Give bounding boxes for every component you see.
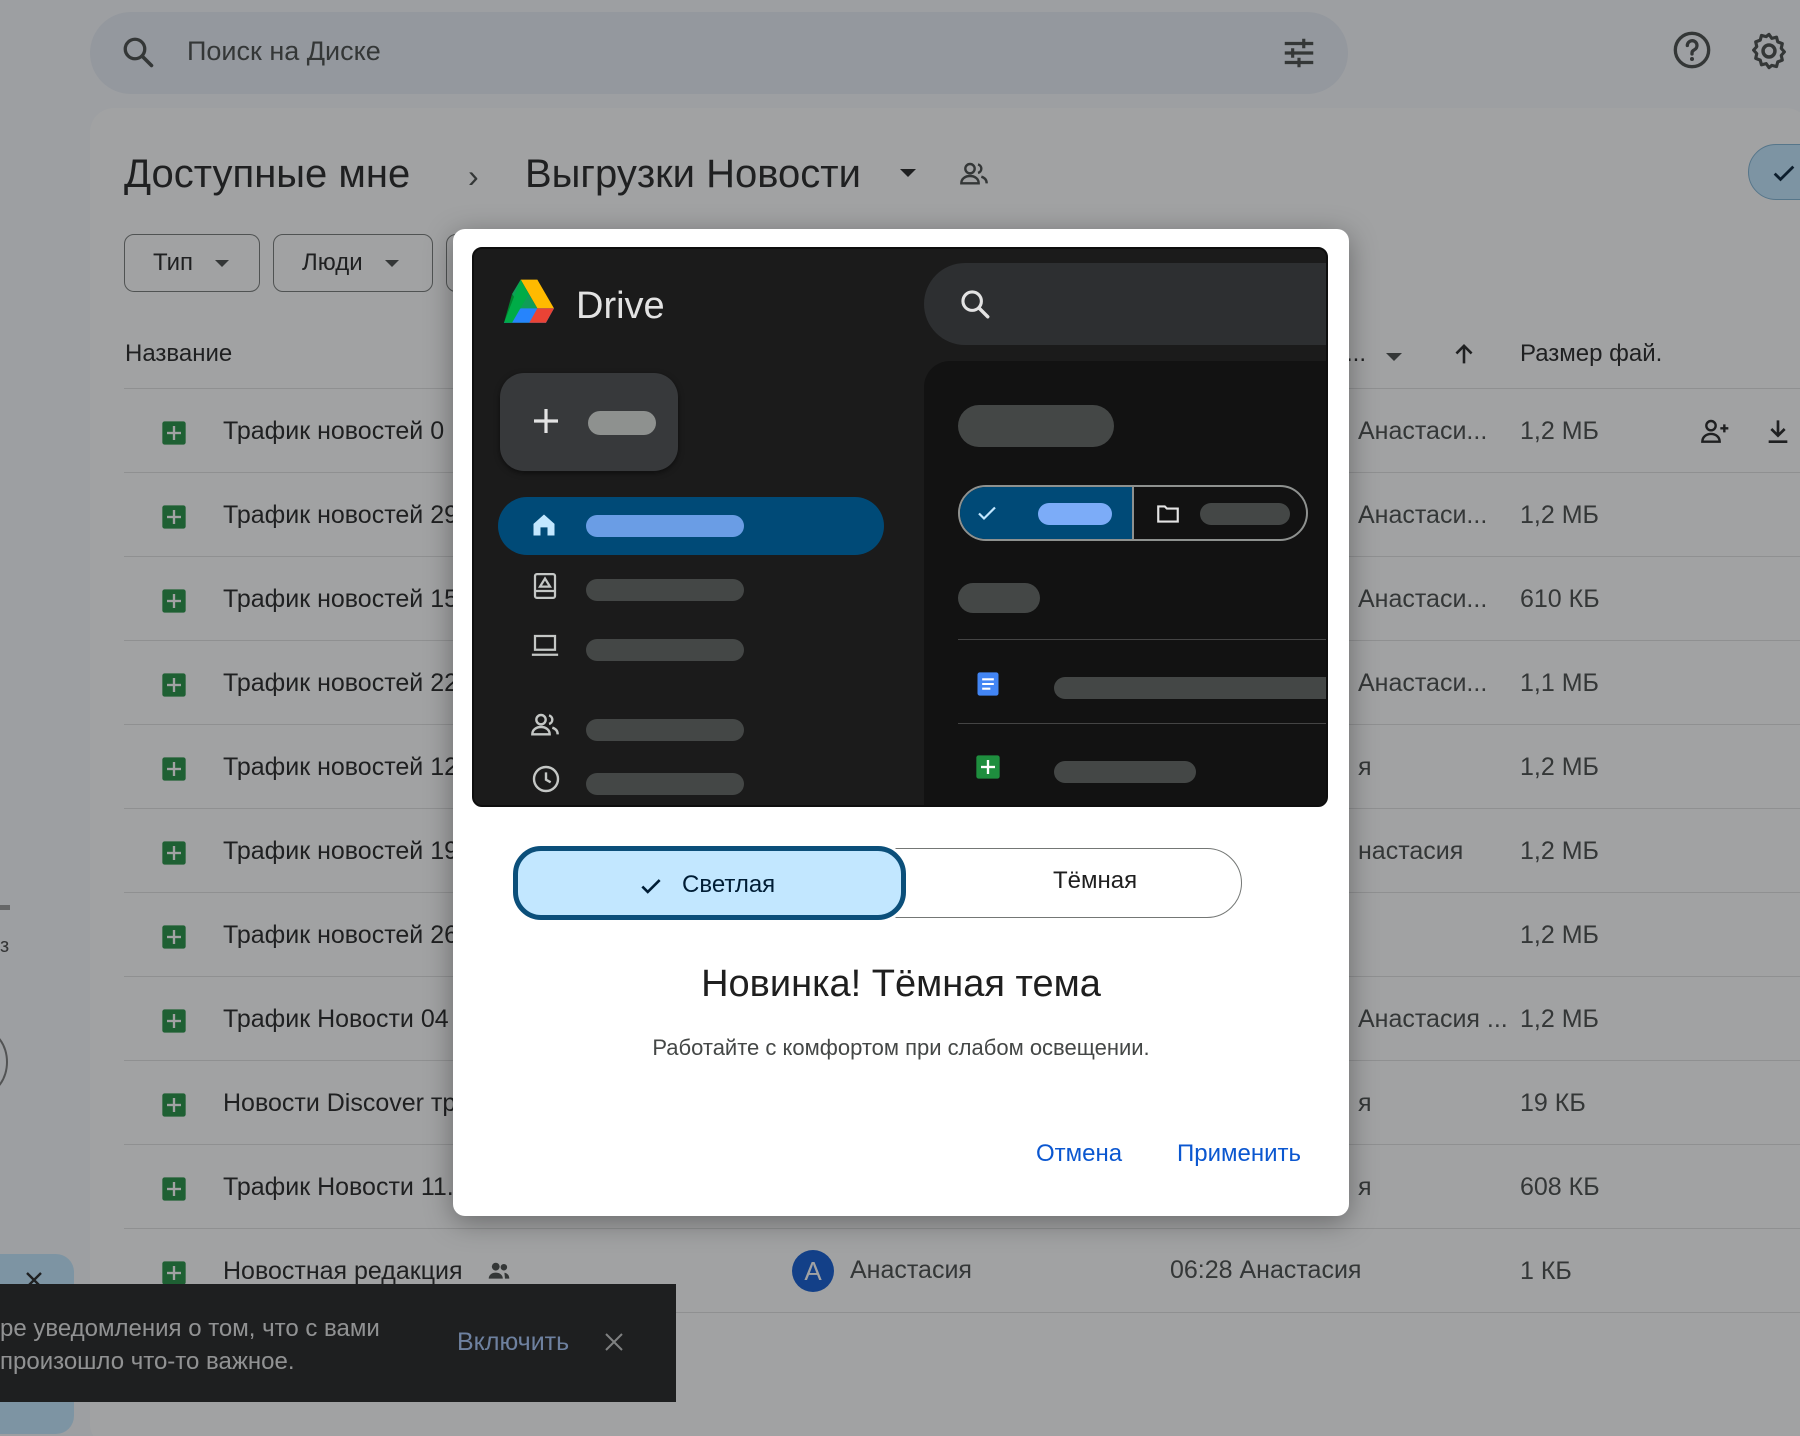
preview-placeholder-bar [586, 579, 744, 601]
drive-logo-icon [504, 279, 554, 330]
preview-segment-selected [960, 487, 1134, 539]
preview-placeholder-bar [1038, 503, 1112, 525]
computer-icon [528, 631, 562, 666]
preview-divider [958, 723, 1326, 724]
check-icon [978, 506, 996, 521]
my-drive-icon [530, 571, 560, 606]
preview-placeholder-bar [586, 639, 744, 661]
preview-app-name: Drive [576, 285, 665, 327]
check-icon [641, 879, 661, 894]
preview-placeholder-bar [586, 773, 744, 795]
cancel-button[interactable]: Отмена [1036, 1140, 1122, 1168]
dark-theme-dialog: Drive Светлая Тёмная Новинка! Тёмная тем… [453, 229, 1349, 1216]
preview-placeholder-bar [1054, 761, 1196, 783]
sheets-file-icon [974, 753, 1002, 786]
docs-file-icon [974, 669, 1002, 704]
theme-option-light-label: Светлая [682, 871, 776, 898]
preview-placeholder-bar [1200, 503, 1290, 525]
preview-segmented-control [958, 485, 1308, 541]
preview-placeholder-bar [588, 411, 656, 435]
dialog-subtitle: Работайте с комфортом при слабом освещен… [652, 1035, 1150, 1060]
preview-placeholder-bar [958, 583, 1040, 613]
folder-icon [1157, 505, 1179, 523]
preview-nav-home [498, 497, 884, 555]
theme-option-light[interactable]: Светлая [513, 846, 906, 920]
theme-option-dark[interactable]: Тёмная [1053, 867, 1137, 895]
preview-placeholder-bar [1054, 677, 1326, 699]
dark-theme-preview: Drive [472, 247, 1328, 807]
shared-icon [528, 709, 562, 746]
clock-icon [530, 763, 562, 800]
preview-divider [958, 639, 1326, 640]
preview-placeholder-bar [958, 405, 1114, 447]
preview-placeholder-bar [586, 515, 744, 537]
dialog-title: Новинка! Тёмная тема [701, 963, 1101, 1005]
preview-new-button [500, 373, 678, 471]
preview-search [924, 263, 1326, 345]
home-icon [533, 514, 555, 536]
preview-placeholder-bar [586, 719, 744, 741]
apply-button[interactable]: Применить [1177, 1140, 1301, 1168]
